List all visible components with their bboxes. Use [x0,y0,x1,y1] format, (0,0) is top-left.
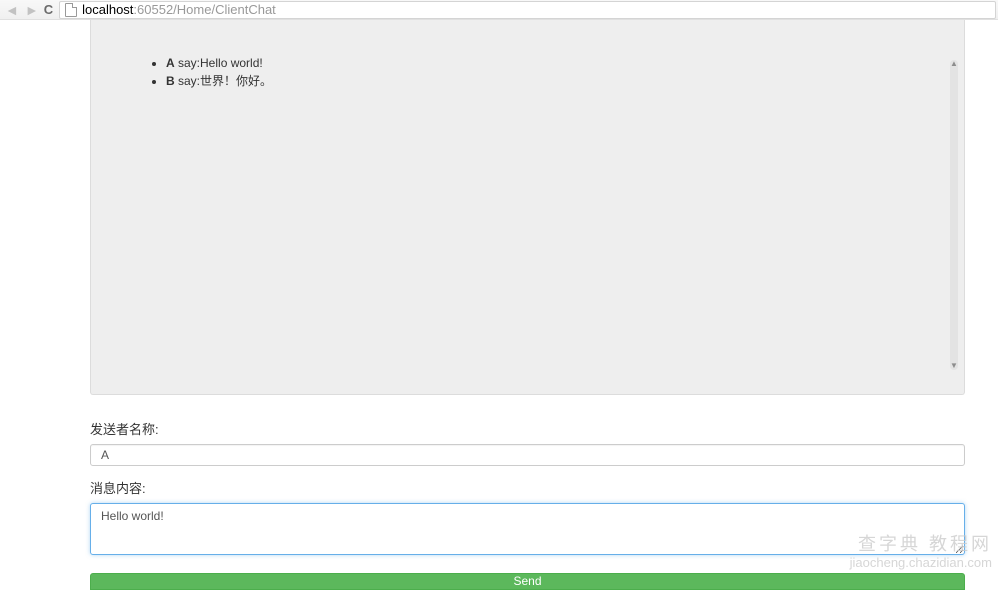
message-content-input[interactable]: Hello world! [90,503,965,555]
list-item: B say:世界！你好。 [166,73,929,90]
message-content-label: 消息内容: [90,478,965,497]
say-label: say: [175,74,200,88]
watermark-title: 查字典 教程网 [850,534,992,556]
scrollbar[interactable]: ▲ ▼ [950,60,958,370]
url-host: localhost [82,2,133,17]
scroll-down-icon[interactable]: ▼ [950,362,958,370]
forward-arrow-icon[interactable]: ► [22,2,42,18]
back-arrow-icon[interactable]: ◄ [2,2,22,18]
page-content: A say:Hello world! B say:世界！你好。 ▲ ▼ 发送者名… [0,20,998,590]
message-content-group: 消息内容: Hello world! [90,478,965,558]
message-text: Hello world! [200,56,263,70]
sender-name-group: 发送者名称: [90,419,965,466]
address-bar[interactable]: localhost:60552/Home/ClientChat [59,1,996,19]
watermark-url: jiaocheng.chazidian.com [850,555,992,571]
chat-log-panel: A say:Hello world! B say:世界！你好。 ▲ ▼ [90,20,965,395]
chat-message-list: A say:Hello world! B say:世界！你好。 [126,55,929,90]
watermark: 查字典 教程网 jiaocheng.chazidian.com [850,534,992,571]
send-button[interactable]: Send [90,573,965,590]
url-path: :60552/Home/ClientChat [133,2,275,17]
sender-name-input[interactable] [90,444,965,466]
say-label: say: [175,56,200,70]
list-item: A say:Hello world! [166,55,929,72]
scroll-up-icon[interactable]: ▲ [950,60,958,68]
message-text: 世界！你好。 [200,74,272,88]
page-icon [65,3,77,17]
sender-name-label: 发送者名称: [90,419,965,438]
message-sender: A [166,56,175,70]
browser-toolbar: ◄ ► C localhost:60552/Home/ClientChat [0,0,998,20]
message-sender: B [166,74,175,88]
reload-icon[interactable]: C [42,2,59,17]
